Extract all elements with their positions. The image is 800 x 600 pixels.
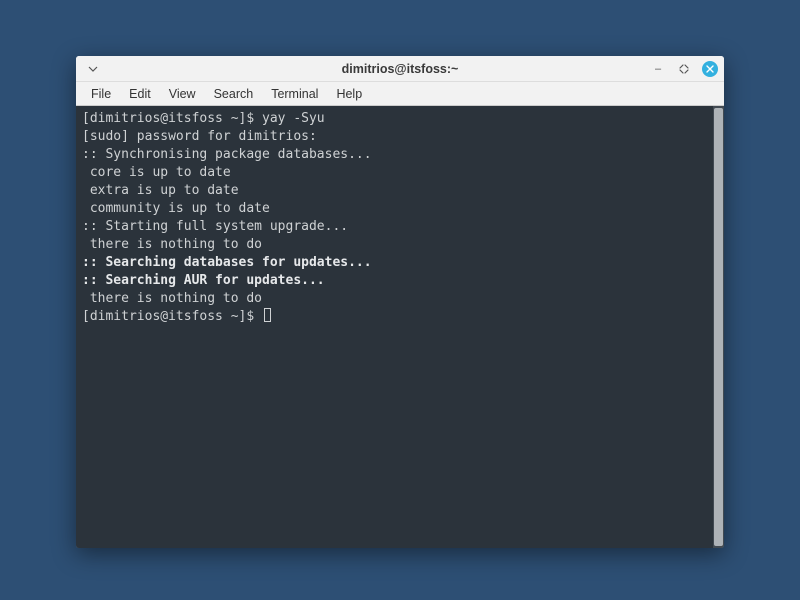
menu-terminal[interactable]: Terminal: [262, 84, 327, 104]
terminal-line: :: Searching databases for updates...: [82, 254, 707, 272]
terminal-line: [dimitrios@itsfoss ~]$ yay -Syu: [82, 110, 707, 128]
window-title: dimitrios@itsfoss:~: [76, 62, 724, 76]
terminal-line: :: Synchronising package databases...: [82, 146, 707, 164]
terminal-line: community is up to date: [82, 200, 707, 218]
maximize-button[interactable]: [676, 61, 692, 77]
terminal-prompt[interactable]: [dimitrios@itsfoss ~]$: [82, 308, 707, 326]
titlebar[interactable]: dimitrios@itsfoss:~ –: [76, 56, 724, 82]
terminal-line: [sudo] password for dimitrios:: [82, 128, 707, 146]
terminal-line: :: Searching AUR for updates...: [82, 272, 707, 290]
terminal-line: :: Starting full system upgrade...: [82, 218, 707, 236]
window-controls: –: [650, 61, 718, 77]
terminal-area: [dimitrios@itsfoss ~]$ yay -Syu[sudo] pa…: [76, 106, 724, 548]
menu-view[interactable]: View: [160, 84, 205, 104]
scroll-thumb[interactable]: [714, 108, 723, 546]
terminal-window: dimitrios@itsfoss:~ – File Edit View Sea…: [76, 56, 724, 548]
terminal-line: extra is up to date: [82, 182, 707, 200]
menu-edit[interactable]: Edit: [120, 84, 160, 104]
prompt-text: [dimitrios@itsfoss ~]$: [82, 309, 262, 324]
menu-search[interactable]: Search: [205, 84, 263, 104]
menu-file[interactable]: File: [82, 84, 120, 104]
scrollbar[interactable]: [713, 106, 724, 548]
terminal-output[interactable]: [dimitrios@itsfoss ~]$ yay -Syu[sudo] pa…: [76, 106, 713, 548]
terminal-line: there is nothing to do: [82, 236, 707, 254]
cursor: [264, 308, 271, 322]
menu-help[interactable]: Help: [327, 84, 371, 104]
app-menu-icon[interactable]: [82, 63, 104, 75]
minimize-button[interactable]: –: [650, 61, 666, 77]
terminal-line: there is nothing to do: [82, 290, 707, 308]
menubar: File Edit View Search Terminal Help: [76, 82, 724, 106]
close-button[interactable]: [702, 61, 718, 77]
terminal-line: core is up to date: [82, 164, 707, 182]
